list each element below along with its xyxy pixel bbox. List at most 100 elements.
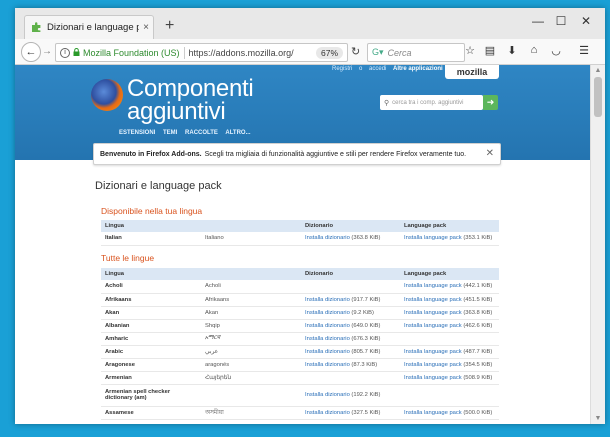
bookmark-star-icon[interactable]: ☆: [463, 44, 477, 57]
menu-icon[interactable]: ☰: [577, 44, 591, 57]
install-dictionary-link[interactable]: Installa dizionario: [305, 336, 350, 342]
dictionary-size: (363.8 KiB): [351, 235, 381, 242]
language-pack-size: (500.0 KiB): [463, 409, 493, 416]
info-icon[interactable]: i: [60, 47, 70, 58]
language-name: Italian: [101, 232, 201, 246]
install-dictionary-link[interactable]: Installa dizionario: [305, 410, 350, 416]
firefox-logo-icon[interactable]: [91, 79, 123, 111]
table-row: Assamese অসমীয়া Installa dizionario (327.…: [101, 406, 499, 420]
download-icon[interactable]: ⬇: [505, 44, 519, 57]
native-name: Acholi: [201, 280, 301, 294]
search-icon: ⚲: [384, 99, 390, 107]
dictionary-cell: Installa dizionario (9.2 KiB): [301, 306, 400, 320]
language-pack-cell: Installa language pack (354.5 KiB): [400, 358, 499, 372]
dictionary-cell: Installa dizionario (676.3 KiB): [301, 332, 400, 346]
tab-close-icon[interactable]: ×: [139, 22, 153, 33]
scrollbar[interactable]: ▲ ▼: [590, 65, 605, 424]
reload-icon[interactable]: ↻: [351, 45, 360, 58]
page-title: Dizionari e language pack: [95, 180, 222, 192]
scroll-down-icon[interactable]: ▼: [591, 415, 605, 422]
back-arrow-icon[interactable]: ←: [21, 42, 41, 62]
scrollbar-thumb[interactable]: [594, 77, 602, 117]
nav-extensions[interactable]: ESTENSIONI: [119, 130, 155, 136]
table-header: Lingua Dizionario Language pack: [101, 268, 499, 280]
table-header: Lingua Dizionario Language pack: [101, 220, 499, 232]
install-language-pack-link[interactable]: Installa language pack: [404, 362, 462, 368]
install-dictionary-link[interactable]: Installa dizionario: [305, 392, 350, 398]
language-pack-cell: [400, 384, 499, 407]
install-dictionary-link[interactable]: Installa dizionario: [305, 310, 350, 316]
other-apps-link[interactable]: Altre applicazioni: [393, 66, 443, 72]
scroll-up-icon[interactable]: ▲: [591, 67, 605, 74]
nav-themes[interactable]: TEMI: [163, 130, 177, 136]
language-name: Albanian: [101, 319, 201, 333]
dictionary-cell: [301, 280, 400, 294]
col-native: [201, 220, 301, 232]
addon-search-placeholder: cerca tra i comp. aggiuntivi: [392, 99, 464, 106]
addon-search-input[interactable]: ⚲ cerca tra i comp. aggiuntivi: [380, 95, 483, 110]
language-name: Aragonese: [101, 358, 201, 372]
account-links: Registri o accedi Altre applicazioni: [332, 66, 448, 72]
col-dict: Dizionario: [301, 268, 400, 280]
language-name: Armenian: [101, 371, 201, 385]
nav-more[interactable]: ALTRO...: [225, 130, 250, 136]
native-name: Akan: [201, 306, 301, 320]
site-title[interactable]: Componenti aggiuntivi: [127, 77, 254, 125]
col-lang: Lingua: [101, 268, 201, 280]
browser-tab[interactable]: Dizionari e language pack :: ×: [24, 15, 154, 39]
language-pack-size: (353.1 KiB): [463, 235, 493, 242]
url-divider: [183, 46, 185, 59]
reading-list-icon[interactable]: ▤: [483, 44, 497, 57]
notice-close-icon[interactable]: ✕: [486, 148, 494, 159]
login-link[interactable]: accedi: [369, 66, 386, 72]
url-text[interactable]: https://addons.mozilla.org/: [189, 48, 316, 58]
section-available-heading: Disponibile nella tua lingua: [101, 206, 203, 216]
install-dictionary-link[interactable]: Installa dizionario: [305, 235, 350, 241]
install-language-pack-link[interactable]: Installa language pack: [404, 297, 462, 303]
native-name: Shqip: [201, 319, 301, 333]
language-pack-cell: Installa language pack (353.1 KiB): [400, 232, 499, 246]
install-language-pack-link[interactable]: Installa language pack: [404, 375, 462, 381]
install-language-pack-link[interactable]: Installa language pack: [404, 323, 462, 329]
install-language-pack-link[interactable]: Installa language pack: [404, 283, 462, 289]
language-pack-cell: [400, 332, 499, 346]
dictionary-size: (327.5 KiB): [351, 409, 381, 416]
install-language-pack-link[interactable]: Installa language pack: [404, 235, 462, 241]
dictionary-size: (192.2 KiB): [351, 392, 381, 398]
site-title-line2: aggiuntivi: [127, 98, 226, 125]
install-language-pack-link[interactable]: Installa language pack: [404, 349, 462, 355]
dictionary-size: (9.2 KiB): [351, 309, 374, 316]
browser-window: Dizionari e language pack :: × + — ☐ ✕ ←…: [15, 8, 605, 424]
table-row: Italian Italiano Installa dizionario (363.…: [101, 232, 499, 246]
zoom-level[interactable]: 67%: [315, 46, 343, 59]
close-icon[interactable]: ✕: [578, 14, 594, 28]
dictionary-size: (87.3 KiB): [351, 361, 378, 368]
new-tab-button[interactable]: +: [165, 17, 174, 35]
dictionary-cell: Installa dizionario (87.3 KiB): [301, 358, 400, 372]
search-bar[interactable]: G▾ Cerca: [367, 43, 465, 62]
install-dictionary-link[interactable]: Installa dizionario: [305, 297, 350, 303]
language-pack-size: (487.7 KiB): [463, 348, 493, 355]
table-row: Aragonese aragonés Installa dizionario (87…: [101, 358, 499, 372]
maximize-icon[interactable]: ☐: [553, 14, 569, 28]
mozilla-logo[interactable]: mozilla: [445, 65, 499, 79]
minimize-icon[interactable]: —: [530, 14, 546, 28]
search-submit-button[interactable]: ➜: [483, 95, 498, 110]
install-language-pack-link[interactable]: Installa language pack: [404, 410, 462, 416]
native-name: [201, 384, 301, 407]
table-row: Arabic عربي Installa dizionario (805.7 KiB…: [101, 345, 499, 359]
install-dictionary-link[interactable]: Installa dizionario: [305, 362, 350, 368]
forward-arrow-icon[interactable]: →: [42, 46, 52, 57]
url-bar[interactable]: i Mozilla Foundation (US) https://addons…: [55, 43, 348, 62]
nav-collections[interactable]: RACCOLTE: [185, 130, 218, 136]
home-icon[interactable]: ⌂: [527, 44, 541, 56]
lock-icon: [73, 47, 80, 58]
language-name: Arabic: [101, 345, 201, 359]
install-language-pack-link[interactable]: Installa language pack: [404, 310, 462, 316]
language-pack-size: (442.1 KiB): [463, 283, 493, 290]
site-nav: ESTENSIONI TEMI RACCOLTE ALTRO...: [119, 130, 257, 136]
register-link[interactable]: Registri: [332, 66, 352, 72]
install-dictionary-link[interactable]: Installa dizionario: [305, 349, 350, 355]
pocket-icon[interactable]: ◡: [549, 44, 563, 57]
install-dictionary-link[interactable]: Installa dizionario: [305, 323, 350, 329]
